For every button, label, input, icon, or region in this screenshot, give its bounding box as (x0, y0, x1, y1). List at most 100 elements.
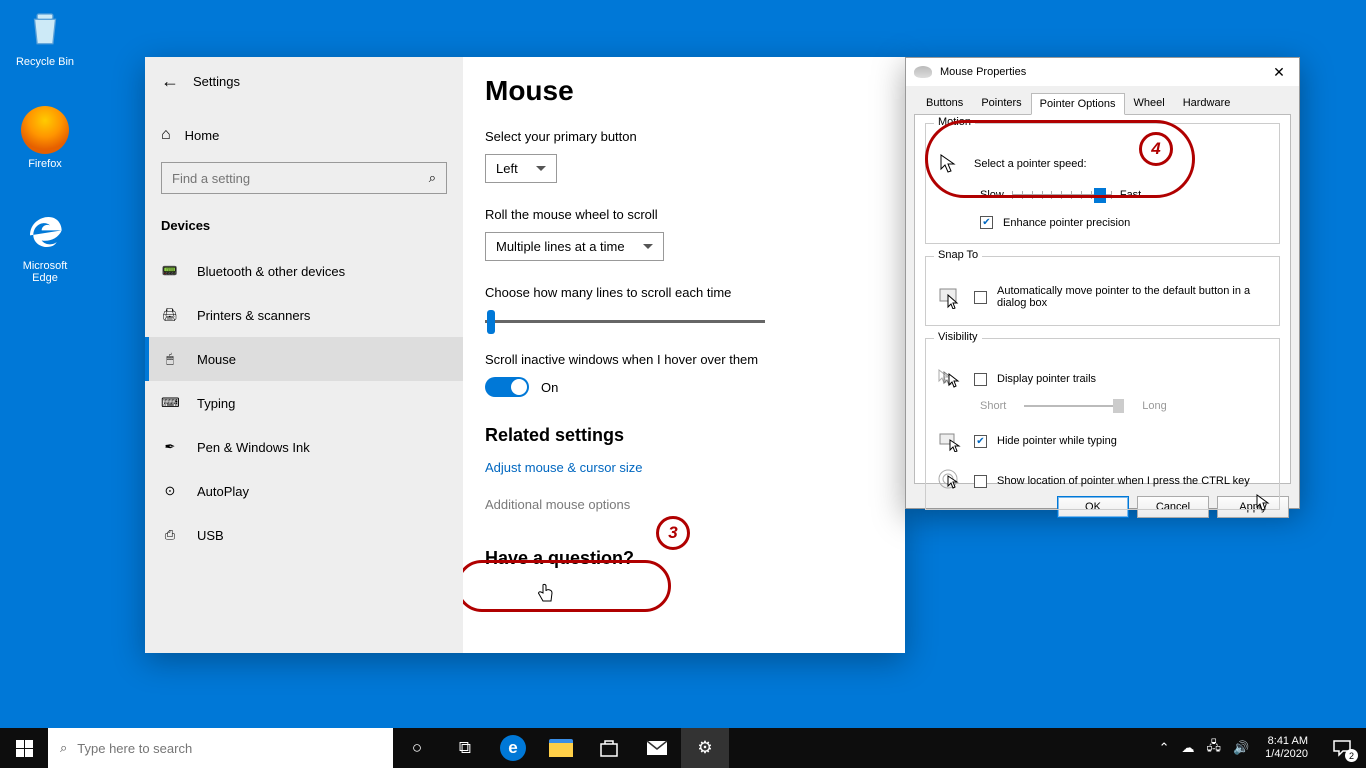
settings-search[interactable]: ⌕ (161, 162, 447, 194)
desktop-icon-label: Firefox (28, 158, 62, 170)
question-heading: Have a question? (485, 548, 883, 569)
settings-title: Settings (193, 74, 240, 89)
chevron-down-icon (643, 244, 653, 254)
sidebar-item-typing[interactable]: ⌨ Typing (145, 381, 463, 425)
tray-chevron[interactable]: ⌃ (1153, 728, 1176, 768)
snap-legend: Snap To (934, 249, 982, 261)
tabstrip: Buttons Pointers Pointer Options Wheel H… (912, 92, 1293, 114)
trails-icon (936, 365, 964, 393)
recycle-bin-icon (24, 7, 66, 49)
ctrl-checkbox[interactable] (974, 475, 987, 488)
settings-main: Mouse Select your primary button Left Ro… (463, 57, 905, 653)
pointer-speed-slider[interactable] (1012, 186, 1112, 204)
ctrl-locate-icon (936, 467, 964, 495)
trails-label: Display pointer trails (997, 373, 1096, 385)
taskbar-search-input[interactable] (77, 741, 381, 756)
snap-icon (936, 283, 964, 311)
task-view-button[interactable]: ⧉ (441, 728, 489, 768)
sidebar-item-mouse[interactable]: 🖱 Mouse (145, 337, 463, 381)
dialog-titlebar[interactable]: Mouse Properties ✕ (906, 58, 1299, 86)
desktop-icon-edge[interactable]: Microsoft Edge (10, 208, 80, 284)
lines-slider[interactable] (485, 310, 765, 334)
notification-badge: 2 (1345, 749, 1358, 762)
desktop-icon-firefox[interactable]: Firefox (10, 106, 80, 170)
search-icon: ⌕ (429, 170, 436, 186)
trail-length-slider (1024, 397, 1124, 415)
snap-checkbox[interactable] (974, 291, 987, 304)
dialog-title: Mouse Properties (940, 66, 1026, 78)
adjust-mouse-link[interactable]: Adjust mouse & cursor size (485, 460, 883, 475)
cursor-motion-icon (936, 150, 964, 178)
sidebar-item-label: Typing (197, 396, 235, 411)
taskbar-search[interactable]: ⌕ (48, 728, 393, 768)
home-label: Home (185, 128, 220, 143)
back-button[interactable]: ← (161, 71, 179, 92)
dropdown-value: Multiple lines at a time (496, 239, 625, 254)
sidebar-item-label: USB (197, 528, 224, 543)
sidebar-item-printers[interactable]: 🖨Printers & scanners (145, 293, 463, 337)
slider-thumb[interactable] (1094, 188, 1106, 203)
taskbar-clock[interactable]: 8:41 AM 1/4/2020 (1255, 735, 1318, 761)
tab-pointer-options[interactable]: Pointer Options (1031, 93, 1125, 115)
autoplay-icon: ⊙ (161, 483, 179, 499)
page-title: Mouse (485, 75, 883, 107)
trail-short-label: Short (980, 400, 1006, 412)
tray-network-icon[interactable]: 🖧 (1200, 728, 1227, 768)
sidebar-item-bluetooth[interactable]: 📟Bluetooth & other devices (145, 249, 463, 293)
additional-mouse-options-link[interactable]: Additional mouse options (485, 497, 883, 512)
slider-track (485, 320, 765, 323)
slow-label: Slow (980, 189, 1004, 201)
pointer-speed-label: Select a pointer speed: (974, 158, 1087, 170)
home-icon: ⌂ (161, 126, 171, 144)
action-center-button[interactable]: 2 (1318, 728, 1366, 768)
sidebar-item-usb[interactable]: ⎙ USB (145, 513, 463, 557)
usb-icon: ⎙ (161, 527, 179, 543)
snap-to-group: Snap To Automatically move pointer to th… (925, 256, 1280, 326)
search-icon: ⌕ (60, 740, 67, 756)
hide-typing-checkbox[interactable]: ✔ (974, 435, 987, 448)
typing-icon: ⌨ (161, 395, 179, 411)
mouse-dialog-icon (914, 66, 932, 78)
windows-logo-icon (16, 740, 33, 757)
desktop-icon-label: Microsoft Edge (23, 260, 68, 284)
dropdown-value: Left (496, 161, 518, 176)
mouse-properties-dialog: Mouse Properties ✕ Buttons Pointers Poin… (905, 57, 1300, 509)
taskbar-mail[interactable] (633, 728, 681, 768)
mouse-icon: 🖱 (161, 351, 179, 367)
start-button[interactable] (0, 728, 48, 768)
visibility-legend: Visibility (934, 331, 982, 343)
tab-pointers[interactable]: Pointers (972, 92, 1030, 114)
enhance-precision-checkbox[interactable]: ✔ (980, 216, 993, 229)
annotation-number-3: 3 (656, 516, 690, 550)
tab-wheel[interactable]: Wheel (1125, 92, 1174, 114)
trail-long-label: Long (1142, 400, 1166, 412)
primary-button-dropdown[interactable]: Left (485, 154, 557, 183)
pen-icon: ✒ (161, 439, 179, 455)
taskbar-file-explorer[interactable] (537, 728, 585, 768)
tray-volume-icon[interactable]: 🔊 (1227, 728, 1255, 768)
close-button[interactable]: ✕ (1263, 60, 1295, 84)
taskbar-edge[interactable]: e (489, 728, 537, 768)
hand-cursor-icon (537, 583, 555, 608)
taskbar-store[interactable] (585, 728, 633, 768)
sidebar-item-label: Printers & scanners (197, 308, 310, 323)
sidebar-item-pen[interactable]: ✒Pen & Windows Ink (145, 425, 463, 469)
trails-checkbox[interactable] (974, 373, 987, 386)
tab-buttons[interactable]: Buttons (917, 92, 972, 114)
cortana-button[interactable]: ○ (393, 728, 441, 768)
toggle-state: On (541, 380, 558, 395)
tray-onedrive-icon[interactable]: ☁ (1175, 728, 1200, 768)
wheel-dropdown[interactable]: Multiple lines at a time (485, 232, 664, 261)
settings-search-input[interactable] (172, 171, 429, 186)
tab-hardware[interactable]: Hardware (1174, 92, 1240, 114)
inactive-toggle[interactable] (485, 377, 529, 397)
slider-thumb[interactable] (487, 310, 495, 334)
sidebar-item-autoplay[interactable]: ⊙AutoPlay (145, 469, 463, 513)
home-button[interactable]: ⌂ Home (145, 106, 463, 162)
ctrl-label: Show location of pointer when I press th… (997, 475, 1250, 487)
sidebar-item-label: Mouse (197, 352, 236, 367)
primary-button-label: Select your primary button (485, 129, 883, 144)
desktop-icon-recycle-bin[interactable]: Recycle Bin (10, 4, 80, 68)
chevron-down-icon (536, 166, 546, 176)
taskbar-settings[interactable]: ⚙ (681, 728, 729, 768)
